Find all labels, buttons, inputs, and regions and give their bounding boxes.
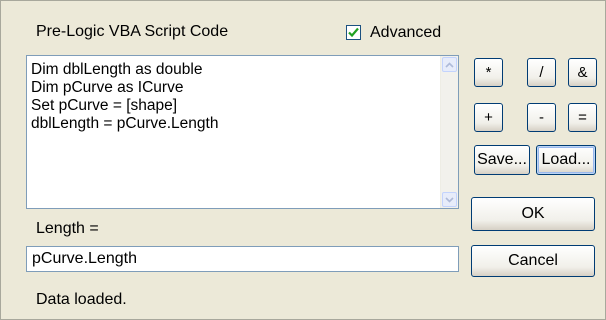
code-editor[interactable]: Dim dblLength as double Dim pCurve as IC…	[26, 55, 459, 209]
advanced-checkbox[interactable]	[346, 25, 361, 40]
scroll-up-button[interactable]	[442, 57, 457, 72]
code-line: Set pCurve = [shape]	[31, 97, 178, 114]
load-button[interactable]: Load...	[536, 145, 596, 175]
concat-button[interactable]: &	[568, 58, 597, 87]
plus-button[interactable]: +	[474, 103, 503, 132]
code-line: dblLength = pCurve.Length	[31, 115, 219, 132]
multiply-button[interactable]: *	[474, 58, 503, 87]
status-text: Data loaded.	[36, 291, 127, 308]
minus-button[interactable]: -	[527, 103, 556, 132]
advanced-checkbox-wrapper[interactable]	[346, 25, 361, 40]
expression-input[interactable]: pCurve.Length	[26, 246, 459, 272]
script-code-label: Pre-Logic VBA Script Code	[36, 23, 229, 40]
code-line: Dim dblLength as double	[31, 61, 203, 78]
vertical-scrollbar[interactable]	[440, 56, 458, 208]
ok-button[interactable]: OK	[471, 197, 595, 231]
chevron-up-icon	[445, 61, 454, 68]
chevron-down-icon	[445, 196, 454, 203]
divide-button[interactable]: /	[527, 58, 556, 87]
save-button[interactable]: Save...	[474, 145, 530, 175]
equals-button[interactable]: =	[568, 103, 597, 132]
checkmark-icon	[348, 27, 359, 38]
advanced-label[interactable]: Advanced	[370, 24, 441, 42]
expression-label: Length =	[36, 220, 99, 237]
cancel-button[interactable]: Cancel	[471, 245, 595, 277]
dialog: Pre-Logic VBA Script Code Advanced Dim d…	[0, 0, 606, 320]
code-line: Dim pCurve as ICurve	[31, 79, 184, 96]
scroll-down-button[interactable]	[442, 192, 457, 207]
